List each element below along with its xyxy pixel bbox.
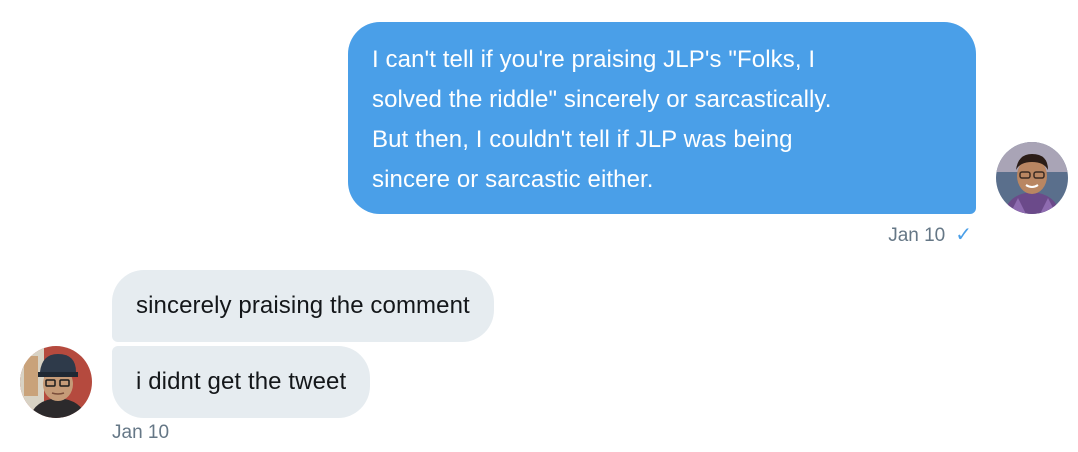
outgoing-message-meta: Jan 10 ✓: [888, 222, 972, 247]
incoming-message-bubble[interactable]: sincerely praising the comment: [112, 270, 494, 342]
message-text-line: solved the riddle" sincerely or sarcasti…: [372, 86, 832, 113]
avatar[interactable]: [996, 142, 1068, 214]
message-text-line: sincere or sarcastic either.: [372, 166, 654, 193]
message-timestamp: Jan 10: [888, 225, 946, 246]
check-icon: ✓: [955, 224, 972, 246]
message-text-line: I can't tell if you're praising JLP's "F…: [372, 46, 816, 73]
message-text-line: But then, I couldn't tell if JLP was bei…: [372, 126, 793, 153]
message-timestamp: Jan 10: [112, 422, 170, 443]
avatar[interactable]: [20, 346, 92, 418]
incoming-message-bubble[interactable]: i didnt get the tweet: [112, 346, 371, 418]
outgoing-message-bubble[interactable]: I can't tell if you're praising JLP's "F…: [348, 22, 976, 214]
user-avatar-image: [996, 142, 1068, 214]
user-avatar-image: [20, 346, 92, 418]
